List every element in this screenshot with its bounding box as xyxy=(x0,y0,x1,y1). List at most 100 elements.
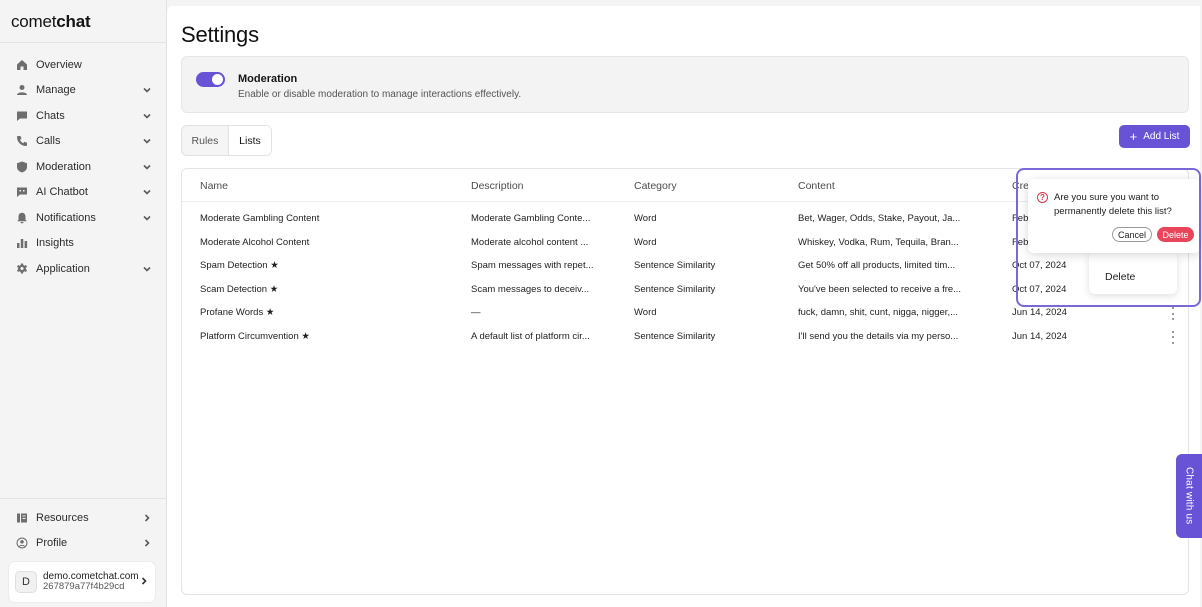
more-options-icon[interactable] xyxy=(1170,330,1176,344)
cell-name: Profane Words ★ xyxy=(200,307,275,318)
chevron-right-icon xyxy=(142,513,152,523)
moderation-toggle[interactable] xyxy=(196,72,225,87)
logo-text-light: comet xyxy=(11,12,57,31)
cell-created: Oct 07, 2024 xyxy=(1012,283,1067,295)
cell-description: Spam messages with repet... xyxy=(471,260,594,271)
moderation-card: Moderation Enable or disable moderation … xyxy=(181,56,1189,113)
cell-name: Spam Detection ★ xyxy=(200,260,279,271)
more-options-icon[interactable] xyxy=(1170,307,1176,320)
chat-with-us-label: Chat with us xyxy=(1183,467,1195,525)
sidebar-item-label: Calls xyxy=(36,135,61,148)
sidebar-item-label: Overview xyxy=(36,58,82,71)
chevron-down-icon xyxy=(142,187,152,197)
cell-name: Moderate Gambling Content xyxy=(200,213,320,224)
table-row[interactable]: Spam Detection ★ Spam messages with repe… xyxy=(182,255,1188,279)
sidebar-item-manage[interactable]: Manage xyxy=(8,78,158,104)
cell-name: Moderate Alcohol Content xyxy=(200,236,310,248)
cell-created: Jun 14, 2024 xyxy=(1012,307,1067,318)
chevron-down-icon xyxy=(142,136,152,146)
chevron-down-icon xyxy=(142,162,152,172)
add-list-button[interactable]: + Add List xyxy=(1119,125,1190,148)
cometchat-logo[interactable]: cometchat xyxy=(11,12,91,32)
cell-created: Feb xyxy=(1012,236,1029,248)
cell-category: Sentence Similarity xyxy=(634,330,716,342)
cell-description: — xyxy=(471,307,481,318)
home-icon xyxy=(16,59,28,71)
gear-icon xyxy=(16,263,28,275)
sidebar-item-label: Chats xyxy=(36,109,65,122)
sidebar-item-profile[interactable]: Profile xyxy=(8,531,158,557)
bot-icon xyxy=(16,186,28,198)
cell-content: Get 50% off all products, limited tim... xyxy=(798,260,956,271)
divider xyxy=(0,498,167,499)
user-icon xyxy=(16,84,28,96)
cancel-button[interactable]: Cancel xyxy=(1112,227,1152,242)
column-header-description[interactable]: Description xyxy=(471,180,524,192)
tab-lists[interactable]: Lists xyxy=(227,126,271,155)
cell-category: Sentence Similarity xyxy=(634,283,716,295)
moderation-title: Moderation xyxy=(238,73,298,85)
page-title: Settings xyxy=(181,22,259,47)
column-header-name[interactable]: Name xyxy=(200,180,228,192)
table-row[interactable]: Profane Words ★ — Word fuck, damn, shit,… xyxy=(182,302,1188,326)
sidebar-item-label: Profile xyxy=(36,537,68,550)
cell-description: A default list of platform cir... xyxy=(471,330,590,342)
cell-content: Whiskey, Vodka, Rum, Tequila, Bran... xyxy=(798,236,959,248)
sidebar-item-application[interactable]: Application xyxy=(8,256,158,282)
confirm-delete-button[interactable]: Delete xyxy=(1157,227,1194,242)
chevron-down-icon xyxy=(142,85,152,95)
sidebar: cometchat Overview Manage Chats Calls Mo… xyxy=(0,0,167,607)
sidebar-item-label: Application xyxy=(36,262,90,275)
sidebar-item-moderation[interactable]: Moderation xyxy=(8,154,158,180)
sidebar-item-label: Manage xyxy=(36,84,76,97)
add-list-label: Add List xyxy=(1143,131,1180,142)
account-info: demo.cometchat.com 267879a77f4b29cd xyxy=(43,571,139,593)
account-id: 267879a77f4b29cd xyxy=(43,581,125,593)
column-header-content[interactable]: Content xyxy=(798,180,835,192)
main-content: Settings Moderation Enable or disable mo… xyxy=(167,6,1200,607)
row-actions-menu: Delete xyxy=(1089,252,1177,294)
logo-text-bold: chat xyxy=(56,12,91,31)
chat-with-us-button[interactable]: Chat with us xyxy=(1176,454,1202,538)
sidebar-item-insights[interactable]: Insights xyxy=(8,231,158,257)
chevron-right-icon xyxy=(139,573,149,591)
cell-category: Word xyxy=(634,236,657,248)
cell-content: Bet, Wager, Odds, Stake, Payout, Ja... xyxy=(798,213,961,224)
plus-icon: + xyxy=(1129,129,1138,144)
sidebar-item-chats[interactable]: Chats xyxy=(8,103,158,129)
sidebar-item-calls[interactable]: Calls xyxy=(8,129,158,155)
column-header-category[interactable]: Category xyxy=(634,180,677,192)
cell-description: Moderate Gambling Conte... xyxy=(471,213,591,224)
table-row[interactable]: Scam Detection ★ Scam messages to deceiv… xyxy=(182,279,1188,303)
toggle-knob xyxy=(212,74,223,85)
menu-item-delete[interactable]: Delete xyxy=(1105,271,1135,283)
cell-name: Platform Circumvention ★ xyxy=(200,330,310,342)
cell-content: fuck, damn, shit, cunt, nigga, nigger,..… xyxy=(798,307,959,318)
account-switcher[interactable]: D demo.cometchat.com 267879a77f4b29cd xyxy=(9,562,155,602)
cell-description: Moderate alcohol content ... xyxy=(471,236,589,248)
sidebar-item-notifications[interactable]: Notifications xyxy=(8,205,158,231)
app-window: cometchat Overview Manage Chats Calls Mo… xyxy=(0,0,1202,607)
table-row[interactable]: Platform Circumvention ★ A default list … xyxy=(182,326,1188,350)
sidebar-bottom-nav: Resources Profile xyxy=(8,505,158,556)
cell-content: I'll send you the details via my perso..… xyxy=(798,330,959,342)
sidebar-item-label: Moderation xyxy=(36,160,92,173)
bar-chart-icon xyxy=(16,237,28,249)
sidebar-item-overview[interactable]: Overview xyxy=(8,52,158,78)
shield-icon xyxy=(16,161,28,173)
cell-created: Oct 07, 2024 xyxy=(1012,260,1067,271)
tab-rules[interactable]: Rules xyxy=(182,126,228,155)
sidebar-item-label: Insights xyxy=(36,237,74,250)
moderation-description: Enable or disable moderation to manage i… xyxy=(238,89,522,100)
book-icon xyxy=(16,512,28,524)
confirm-message: Are you sure you want to permanently del… xyxy=(1054,192,1172,217)
chevron-down-icon xyxy=(142,264,152,274)
cell-description: Scam messages to deceiv... xyxy=(471,283,590,295)
cell-category: Word xyxy=(634,213,657,224)
sidebar-item-resources[interactable]: Resources xyxy=(8,505,158,531)
sidebar-item-ai-chatbot[interactable]: AI Chatbot xyxy=(8,180,158,206)
cell-category: Word xyxy=(634,307,657,318)
delete-confirm-popover: ? Are you sure you want to permanently d… xyxy=(1028,179,1200,253)
warning-icon: ? xyxy=(1037,192,1048,203)
chat-icon xyxy=(16,110,28,122)
